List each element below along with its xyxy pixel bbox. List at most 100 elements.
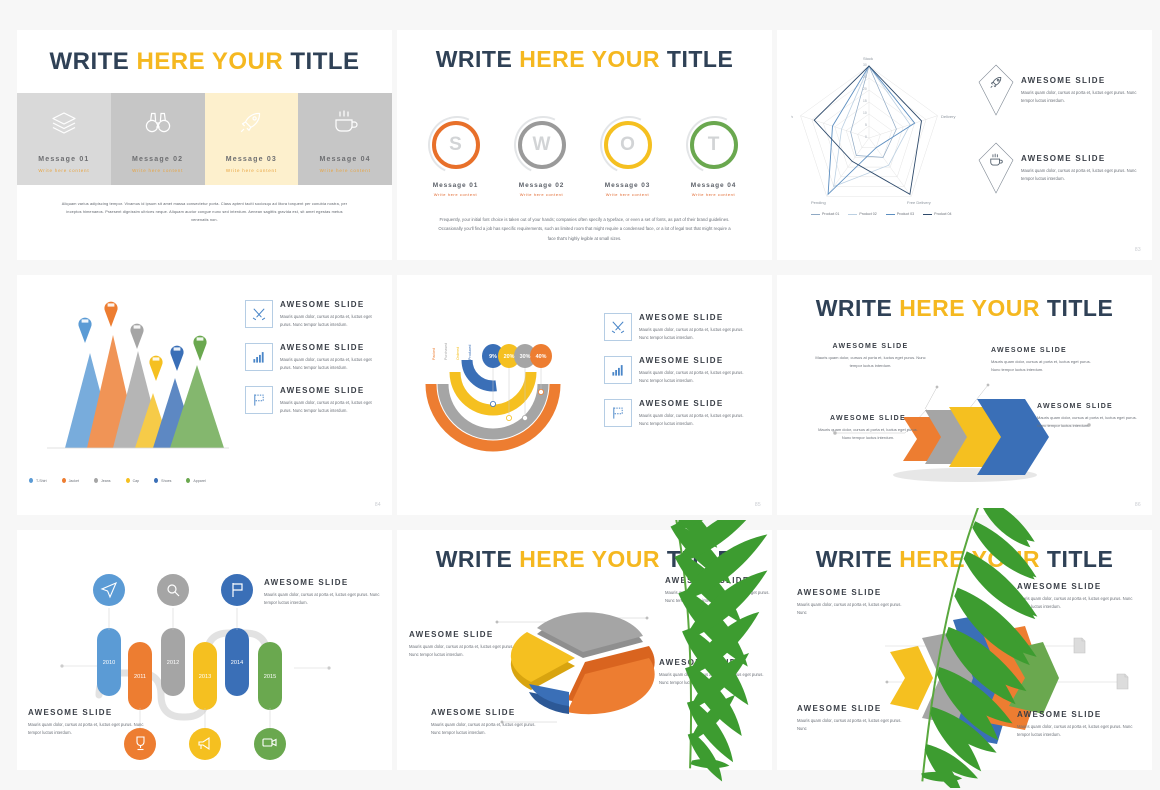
message-tile-4[interactable]: Message 04 Write here content [298,93,392,185]
slide-8[interactable]: WRITE HERE YOUR TITLE AWESOME SLIDE Maur… [397,530,772,770]
slide-1[interactable]: WRITE HERE YOUR TITLE Message 01 Write h… [17,30,392,260]
svg-text:5: 5 [865,123,867,127]
label-body: Mauris quam dolor, cursus at porta et, l… [797,602,902,616]
swot-label: Message 03 [604,182,651,189]
awesome-block-1[interactable]: AWESOME SLIDE Mauris quam dolor, cursus … [604,313,754,343]
swot-row: S Message 01 Write here content W Messag… [397,107,772,197]
label-title: AWESOME SLIDE [829,415,907,422]
block-title: AWESOME SLIDE [1021,154,1106,163]
kite-shape [978,142,1014,194]
slide-2[interactable]: WRITE HERE YOUR TITLE S Message 01 Write… [397,30,772,260]
swot-label: Message 04 [690,182,737,189]
swot-item-s[interactable]: S Message 01 Write here content [419,107,494,197]
swot-item-o[interactable]: O Message 03 Write here content [591,107,666,197]
awesome-block-3[interactable]: AWESOME SLIDE Mauris quam dolor, cursus … [245,385,380,416]
slide-7[interactable]: 2010 2011 2012 2013 2014 2015 AWESOME SL… [17,530,392,770]
slide-3[interactable]: 30 25 20 15 10 5 0 Stock Delivery Free Delive… [777,30,1152,260]
slide-1-paragraph: Aliquam varius adipiscing tempor. Vivamu… [61,202,348,222]
svg-text:30: 30 [863,63,867,67]
swot-arc [677,107,752,183]
timeline-year-2014: 2014 [231,660,243,666]
awesome-block-1[interactable]: AWESOME SLIDE Mauris quam dolor, cursus … [245,300,380,330]
slide-1-title: WRITE HERE YOUR TITLE [17,48,392,76]
tools-icon [245,300,273,328]
swot-item-t[interactable]: T Message 04 Write here content [677,107,752,197]
awesome-block-2[interactable]: AWESOME SLIDE Mauris quam dolor, cursus … [604,355,754,386]
arrow-label-top-right: AWESOME SLIDE Mauris quam dolor, cursus … [991,347,1101,373]
message-tile-2[interactable]: Message 02 Write here content [110,93,205,185]
slide-9[interactable]: WRITE HERE YOUR TITLE AWESOME SLIDE Maur… [777,530,1152,770]
pie-label-mid-left: AWESOME SLIDE Mauris quam dolor, cursus … [409,630,521,660]
bar-chart-icon [245,342,273,371]
radial-axis-label-4: Produced [468,345,472,360]
awesome-block-3[interactable]: AWESOME SLIDE Mauris quam dolor, cursus … [604,398,754,429]
block-body: Mauris quam dolor, cursus at porta et, l… [639,369,744,384]
message-tile-3[interactable]: Message 03 Write here content [204,93,299,185]
bar-chart-icon [604,355,632,384]
svg-text:0: 0 [865,135,867,139]
block-body: Mauris quam dolor, cursus at porta et, l… [280,314,372,328]
hex-label-bottom-right: AWESOME SLIDE Mauris quam dolor, cursus … [1017,710,1137,740]
pie-label-mid-right: AWESOME SLIDE Mauris quam dolor, cursus … [659,658,772,688]
timeline-year-2012: 2012 [167,660,179,666]
title-part-dark: WRITE [815,546,900,572]
timeline-marker-video [254,728,286,760]
label-body: Mauris quam dolor, cursus at porta et, l… [1017,596,1133,610]
block-title: AWESOME SLIDE [280,300,365,309]
page-number: 86 [1134,502,1141,508]
message-tile-1[interactable]: Message 01 Write here content [17,93,111,185]
block-body: Mauris quam dolor, cursus at porta et, l… [280,356,372,371]
slide-5[interactable]: 9% 20% 30% 40% Packed Purchased Ordered … [397,275,772,515]
legend-item: Product 01 [811,212,839,216]
label-body: Mauris quam dolor, cursus at porta et, l… [815,355,926,368]
kite-shape [978,64,1014,116]
radar-axis-label-stock: Stock [863,56,873,61]
swot-arc [505,107,580,183]
radar-series-product-02 [833,65,911,188]
kite-block-2[interactable]: AWESOME SLIDE Mauris quam dolor, cursus … [978,142,1138,194]
legend-label: Jeans [100,478,111,483]
layers-icon [51,105,77,139]
arrow-label-bottom-right: AWESOME SLIDE Mauris quam dolor, cursus … [1037,403,1139,429]
swot-sub: Write here content [519,192,564,197]
radial-axis-label-3: Ordered [456,347,460,360]
timeline-year-2013: 2013 [199,674,211,680]
pie-label-top-right: AWESOME SLIDE Mauris quam dolor, cursus … [665,576,772,606]
label-body: Mauris quam dolor, cursus at porta et, l… [991,359,1091,372]
slide-grid: WRITE HERE YOUR TITLE Message 01 Write h… [0,0,1160,772]
title-part-dark: WRITE [815,295,900,321]
mountain-chart [25,293,240,473]
swot-item-w[interactable]: W Message 02 Write here content [505,107,580,197]
timeline-marker-search [157,574,189,606]
legend-label: Product 02 [859,212,877,216]
kite-block-1[interactable]: AWESOME SLIDE Mauris quam dolor, cursus … [978,64,1138,116]
rocket-icon [990,77,1002,88]
timeline-year-2011: 2011 [134,674,146,680]
svg-text:20: 20 [863,87,867,91]
block-title: AWESOME SLIDE [639,313,724,322]
pin-icon [193,335,207,361]
awesome-block-2[interactable]: AWESOME SLIDE Mauris quam dolor, cursus … [245,342,380,373]
slide-4[interactable]: T-Shirt Jacket Jeans Cap Shoes Apparel A… [17,275,392,515]
pin-icon [149,355,163,381]
label-body: Mauris quam dolor, cursus at porta et, l… [409,644,514,658]
label-title: AWESOME SLIDE [1017,582,1102,591]
radial-chart: 9% 20% 30% 40% Packed Purchased Ordered … [417,330,607,480]
block-title: AWESOME SLIDE [639,355,724,365]
slide-6[interactable]: WRITE HERE YOUR TITLE AWESOME SLIDE Maur… [777,275,1152,515]
radar-series-product-01 [850,64,897,158]
label-title: AWESOME SLIDE [797,704,882,713]
label-title: AWESOME SLIDE [1017,710,1102,719]
slide-4-blocks: AWESOME SLIDE Mauris quam dolor, cursus … [245,300,380,428]
hex-yellow [890,646,933,710]
label-title: AWESOME SLIDE [659,658,744,667]
hex-label-bottom-left: AWESOME SLIDE Mauris quam dolor, cursus … [797,704,909,734]
binoculars-icon [144,105,172,139]
legend-item: Product 02 [848,212,877,216]
block-title: AWESOME SLIDE [1021,76,1106,85]
swot-sub: Write here content [605,192,650,197]
block-title: AWESOME SLIDE [280,342,365,352]
swot-sub: Write here content [433,192,478,197]
label-body: Mauris quam dolor, cursus at porta et, l… [264,592,380,606]
message-label: Message 04 [319,156,371,163]
